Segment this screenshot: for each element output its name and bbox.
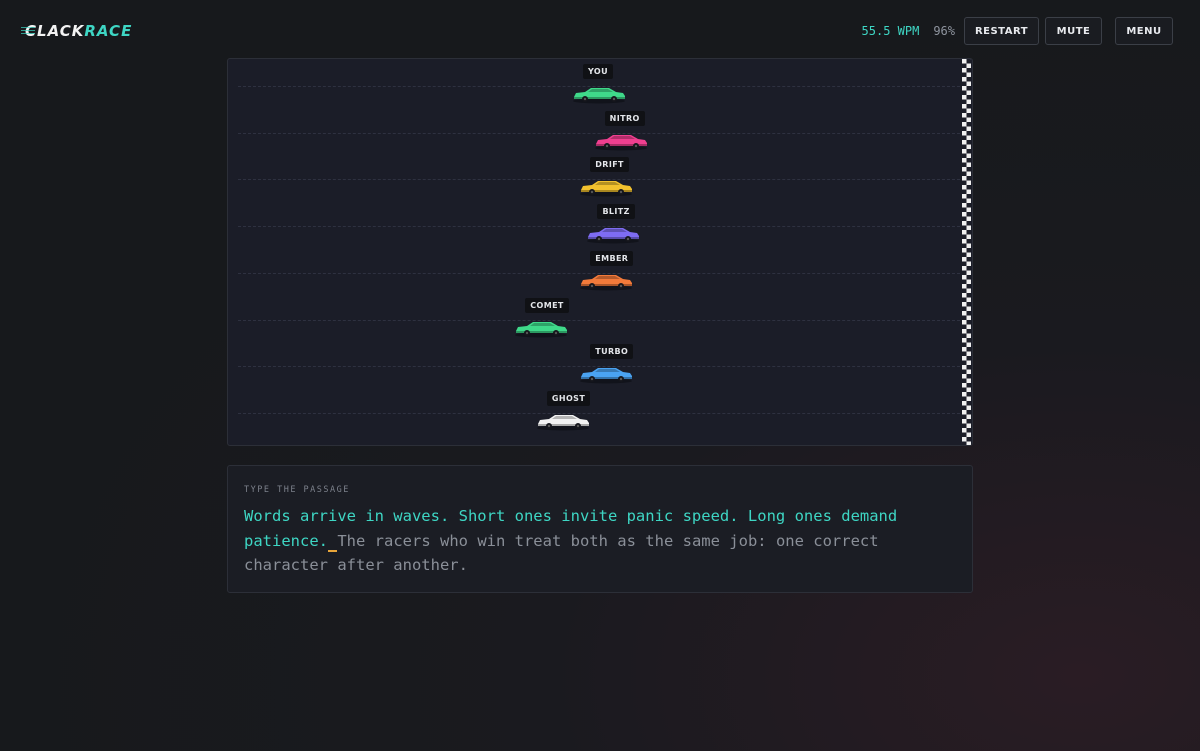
stats: 55.5 WPM 96% — [862, 24, 955, 38]
car-icon — [573, 88, 625, 104]
passage-panel[interactable]: TYPE THE PASSAGE Words arrive in waves. … — [227, 465, 973, 593]
logo-race: RACE — [84, 22, 133, 40]
passage-text[interactable]: Words arrive in waves. Short ones invite… — [244, 504, 962, 578]
car-icon — [580, 368, 633, 384]
typing-cursor — [328, 531, 338, 552]
racer-name-label: YOU — [583, 64, 614, 79]
car-icon — [515, 321, 568, 337]
mute-button[interactable]: MUTE — [1045, 17, 1102, 45]
menu-button[interactable]: MENU — [1115, 17, 1173, 45]
car-icon — [587, 228, 640, 244]
speed-lines-icon — [21, 27, 35, 35]
restart-button[interactable]: RESTART — [964, 17, 1039, 45]
untyped-text: The racers who win treat both as the sam… — [244, 531, 879, 575]
wpm-readout: 55.5 WPM — [861, 24, 920, 38]
finish-line — [962, 59, 971, 445]
racer-name-label: NITRO — [604, 110, 645, 126]
car-icon — [580, 181, 633, 197]
racer-name-label: DRIFT — [590, 157, 629, 173]
passage-label: TYPE THE PASSAGE — [244, 485, 350, 495]
logo: CLACKRACE — [21, 22, 133, 40]
racer-name-label: TURBO — [590, 344, 634, 360]
car-icon — [536, 414, 589, 431]
lane-divider — [238, 412, 960, 414]
racer-name-label: COMET — [525, 297, 569, 313]
racer-name-label: BLITZ — [597, 204, 635, 220]
racer-name-label: GHOST — [546, 390, 591, 406]
race-track: YOU NITRO DRIFT BLITZ EMBER COMET TURBO GHOST — [227, 58, 973, 446]
car-icon — [580, 274, 633, 291]
lane-divider — [238, 319, 960, 321]
top-bar: CLACKRACE 55.5 WPM 96% RESTART MUTE MENU — [0, 0, 1200, 62]
car-icon — [594, 134, 647, 151]
accuracy-readout: 96% — [933, 24, 955, 38]
racer-name-label: EMBER — [590, 250, 634, 266]
